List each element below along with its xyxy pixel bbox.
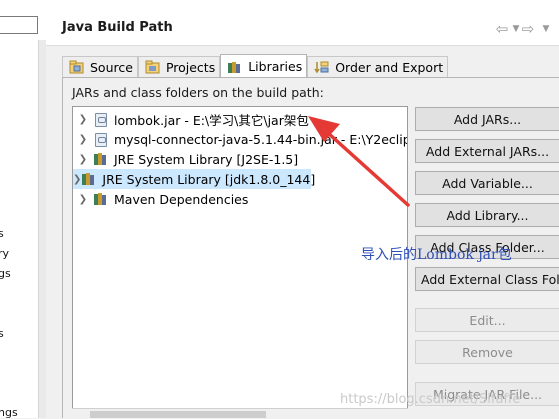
tree-row[interactable]: ❯ mysql-connector-java-5.1.44-bin.jar - …	[73, 129, 408, 149]
arrow-right-icon[interactable]: ⇨	[520, 20, 536, 38]
add-external-class-folder-button[interactable]: Add External Class Folder...	[415, 267, 559, 291]
build-path-tree[interactable]: ❯ lombok.jar - E:\学习\其它\jar架包 ❯ mysql-co…	[72, 106, 408, 418]
expand-chevron-icon[interactable]: ❯	[73, 174, 81, 185]
order-export-icon	[314, 60, 330, 74]
scrollbar-thumb[interactable]	[90, 411, 266, 418]
tab-source[interactable]: Source	[62, 56, 138, 77]
expand-chevron-icon[interactable]: ❯	[73, 154, 93, 165]
tree-row[interactable]: ❯ JRE System Library [J2SE-1.5]	[73, 149, 298, 169]
annotation-text: 导入后的Lombok jar包	[361, 247, 512, 263]
tree-row-label: JRE System Library [jdk1.8.0_144]	[102, 171, 316, 187]
left-pane-item[interactable]: s	[0, 227, 4, 240]
dropdown-icon[interactable]: ▼	[538, 24, 554, 34]
page-title: Java Build Path	[62, 20, 173, 35]
library-icon	[93, 152, 109, 166]
left-pane-item[interactable]: ry	[0, 247, 9, 260]
tree-row[interactable]: ❯ Maven Dependencies	[73, 189, 249, 209]
watermark: https://blog.csdn.net/Sifaffe	[340, 392, 521, 407]
tab-bar: Source Projects Libraries Order and Expo…	[62, 54, 449, 78]
tree-row-label: Maven Dependencies	[114, 191, 249, 207]
add-variable-button[interactable]: Add Variable...	[415, 171, 559, 195]
build-path-caption: JARs and class folders on the build path…	[72, 85, 324, 100]
tab-label: Libraries	[248, 59, 303, 74]
tab-label: Source	[90, 59, 133, 75]
add-jars-button[interactable]: Add JARs...	[415, 107, 559, 131]
library-icon	[81, 172, 97, 186]
left-pane-item[interactable]: s	[0, 327, 4, 340]
source-folder-icon	[69, 60, 85, 74]
add-external-jars-button[interactable]: Add External JARs...	[415, 139, 559, 163]
tab-libraries[interactable]: Libraries	[220, 54, 308, 78]
tree-row-label: lombok.jar - E:\学习\其它\jar架包	[114, 112, 309, 128]
left-pane-item[interactable]: ngs	[0, 406, 18, 419]
remove-button[interactable]: Remove	[415, 340, 559, 364]
left-pane-item[interactable]: gs	[0, 267, 11, 280]
projects-icon	[145, 60, 161, 74]
tree-row-label: JRE System Library [J2SE-1.5]	[114, 151, 299, 167]
tree-row-label: mysql-connector-java-5.1.44-bin.jar - E:…	[114, 131, 408, 147]
library-icon	[93, 192, 109, 206]
libraries-icon	[227, 60, 243, 74]
tab-order-and-export[interactable]: Order and Export	[307, 56, 449, 77]
expand-chevron-icon[interactable]: ❯	[73, 114, 93, 125]
tree-row[interactable]: ❯ lombok.jar - E:\学习\其它\jar架包	[73, 109, 309, 129]
jar-icon	[93, 132, 109, 147]
expand-chevron-icon[interactable]: ❯	[73, 134, 93, 145]
filter-input[interactable]	[0, 16, 38, 34]
tab-label: Order and Export	[335, 59, 444, 75]
left-pane-scrollbar[interactable]	[38, 40, 46, 418]
add-library-button[interactable]: Add Library...	[415, 203, 559, 227]
tree-row-selected[interactable]: ❯ JRE System Library [jdk1.8.0_144]	[73, 169, 315, 189]
tab-label: Projects	[165, 59, 216, 75]
edit-button[interactable]: Edit...	[415, 308, 559, 332]
tab-projects[interactable]: Projects	[137, 56, 221, 77]
expand-chevron-icon[interactable]: ❯	[73, 194, 93, 205]
jar-icon	[93, 112, 109, 127]
